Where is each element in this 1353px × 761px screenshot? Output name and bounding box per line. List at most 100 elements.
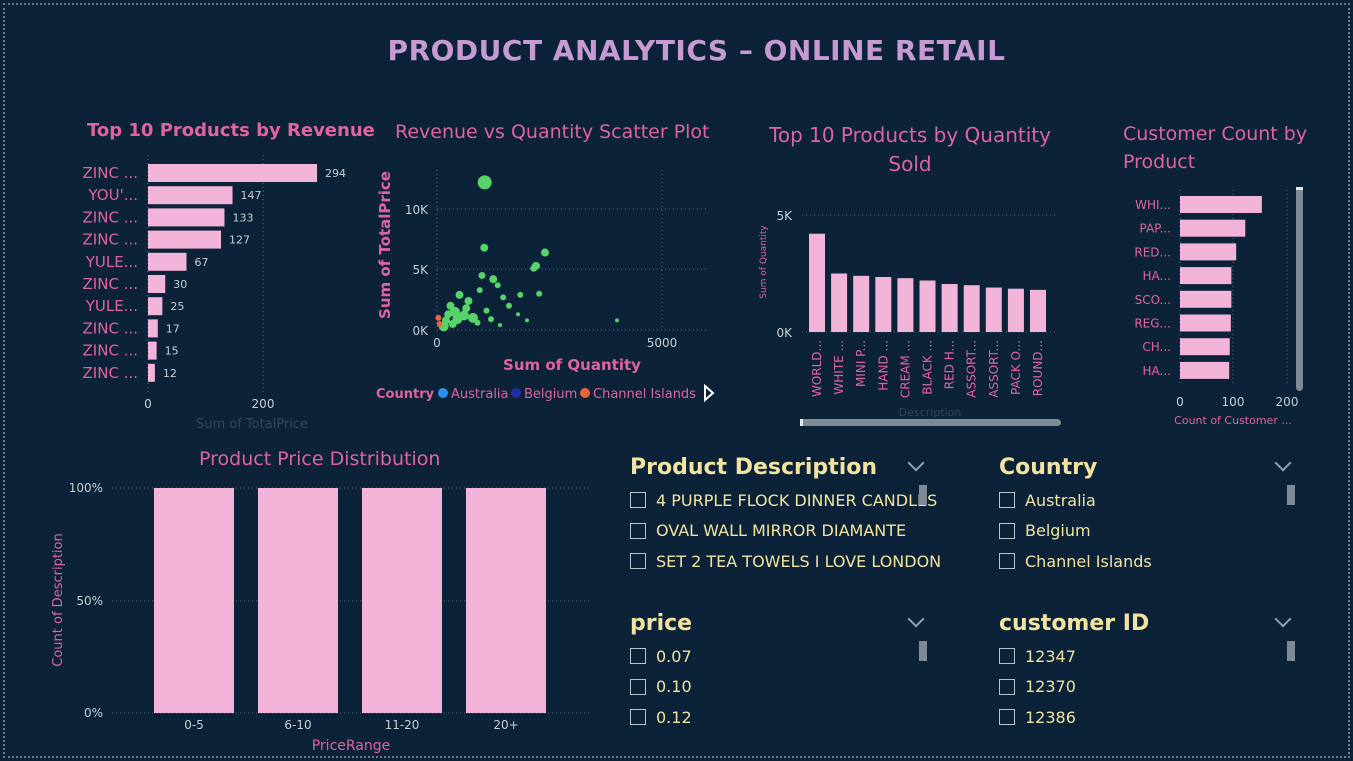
- revenue-bar[interactable]: [148, 230, 222, 249]
- revenue-bar[interactable]: [148, 252, 187, 271]
- legend-belgium[interactable]: Belgium: [524, 387, 577, 402]
- scatter-point[interactable]: [525, 318, 529, 323]
- chevron-down-icon[interactable]: [1274, 610, 1292, 628]
- slicer-option[interactable]: 0.10: [630, 672, 930, 703]
- customer-bar[interactable]: [1180, 314, 1231, 332]
- country-slicer[interactable]: Country Australia Belgium Channel Island…: [999, 454, 1299, 577]
- scatter-point[interactable]: [498, 323, 502, 328]
- price-slicer-header[interactable]: price: [630, 610, 930, 641]
- customer-bar[interactable]: [1180, 338, 1230, 356]
- quantity-bar[interactable]: [1007, 288, 1024, 332]
- customer-slicer-scrollbar[interactable]: [1287, 641, 1295, 661]
- scatter-point[interactable]: [536, 290, 543, 297]
- checkbox[interactable]: [630, 709, 646, 726]
- slicer-option[interactable]: Australia: [999, 485, 1299, 516]
- scatter-point[interactable]: [452, 314, 463, 325]
- checkbox[interactable]: [999, 522, 1015, 539]
- revenue-bar[interactable]: [148, 164, 318, 182]
- legend-next-arrow-icon[interactable]: [704, 383, 715, 403]
- scatter-point[interactable]: [480, 243, 489, 252]
- scatter-point[interactable]: [476, 287, 483, 294]
- quantity-bar[interactable]: [985, 287, 1002, 332]
- legend-australia[interactable]: Australia: [451, 387, 509, 402]
- checkbox[interactable]: [630, 648, 646, 665]
- scatter-point-channel-islands[interactable]: [435, 314, 442, 321]
- customer-bar[interactable]: [1180, 196, 1262, 213]
- scatter-point[interactable]: [478, 272, 486, 280]
- quantity-bar[interactable]: [941, 284, 958, 332]
- scatter-point[interactable]: [462, 304, 471, 313]
- revenue-bar[interactable]: [148, 341, 157, 360]
- slicer-option[interactable]: 12347: [999, 641, 1299, 672]
- checkbox[interactable]: [630, 492, 646, 509]
- scatter-point[interactable]: [474, 319, 481, 326]
- scatter-point[interactable]: [500, 294, 507, 301]
- scatter-chart[interactable]: Sum of TotalPrice 10K 5K 0K 0 5000 Sum o…: [370, 150, 720, 410]
- quantity-bar[interactable]: [1030, 289, 1046, 332]
- product-slicer-scrollbar[interactable]: [919, 485, 927, 505]
- scatter-point[interactable]: [516, 312, 520, 317]
- price-bar[interactable]: [466, 488, 546, 713]
- revenue-bar[interactable]: [148, 275, 166, 293]
- slicer-option[interactable]: SET 2 TEA TOWELS I LOVE LONDON: [630, 546, 941, 577]
- slicer-option[interactable]: Channel Islands: [999, 546, 1299, 577]
- customer-slicer-header[interactable]: customer ID: [999, 610, 1299, 641]
- scatter-point[interactable]: [483, 307, 490, 314]
- customer-bar[interactable]: [1180, 361, 1230, 379]
- chevron-down-icon[interactable]: [1274, 454, 1292, 472]
- price-bar[interactable]: [362, 488, 442, 713]
- checkbox[interactable]: [999, 648, 1015, 665]
- country-slicer-header[interactable]: Country: [999, 454, 1299, 485]
- customer-bar[interactable]: [1180, 219, 1246, 237]
- quantity-bar[interactable]: [831, 273, 848, 333]
- scatter-point[interactable]: [488, 316, 494, 323]
- slicer-option[interactable]: 12370: [999, 672, 1299, 703]
- revenue-bar[interactable]: [148, 208, 225, 227]
- revenue-chart[interactable]: ZINC ... 294 YOU'... 147 ZINC ... 133 ZINC ...…: [70, 145, 370, 435]
- slicer-option[interactable]: 0.07: [630, 641, 930, 672]
- quantity-bar[interactable]: [853, 275, 870, 332]
- price-slicer-scrollbar[interactable]: [919, 641, 927, 661]
- scatter-point[interactable]: [615, 318, 619, 323]
- product-description-slicer[interactable]: Product Description 4 PURPLE FLOCK DINNE…: [630, 454, 941, 577]
- scatter-point[interactable]: [444, 310, 453, 319]
- revenue-bar[interactable]: [148, 186, 233, 205]
- scatter-point[interactable]: [477, 175, 492, 190]
- customer-chart[interactable]: WHI... PAP... RED... HA... SCO... REG... CH...…: [1110, 185, 1310, 435]
- scatter-point[interactable]: [464, 296, 473, 305]
- customer-v-scrollbar[interactable]: [1296, 187, 1303, 391]
- scatter-point[interactable]: [517, 291, 524, 298]
- quantity-bar[interactable]: [919, 280, 936, 332]
- checkbox[interactable]: [999, 553, 1015, 570]
- checkbox[interactable]: [630, 553, 646, 570]
- price-bar[interactable]: [154, 488, 234, 713]
- chevron-down-icon[interactable]: [907, 454, 925, 472]
- scatter-point[interactable]: [455, 290, 464, 299]
- scatter-point[interactable]: [541, 248, 549, 257]
- quantity-bar[interactable]: [875, 277, 892, 332]
- revenue-bar[interactable]: [148, 297, 163, 316]
- scatter-point[interactable]: [506, 302, 512, 309]
- slicer-option[interactable]: Belgium: [999, 516, 1299, 547]
- quantity-chart[interactable]: Sum of Quantity 5K 0K WORLD... WHITE ... M…: [750, 200, 1070, 435]
- customer-bar[interactable]: [1180, 243, 1237, 261]
- revenue-bar[interactable]: [148, 319, 158, 338]
- price-chart[interactable]: Count of Description 100% 50% 0% 0-5 6-10…: [40, 475, 600, 760]
- revenue-bar[interactable]: [148, 363, 155, 382]
- quantity-h-scrollbar[interactable]: [800, 419, 1061, 426]
- slicer-option[interactable]: 4 PURPLE FLOCK DINNER CANDLES: [630, 485, 937, 516]
- customer-id-slicer[interactable]: customer ID 12347 12370 12386: [999, 610, 1299, 733]
- checkbox[interactable]: [999, 492, 1015, 509]
- product-slicer-header[interactable]: Product Description: [630, 454, 930, 485]
- checkbox[interactable]: [999, 709, 1015, 726]
- scatter-point[interactable]: [530, 264, 538, 272]
- customer-bar[interactable]: [1180, 267, 1232, 285]
- checkbox[interactable]: [630, 678, 646, 695]
- slicer-option[interactable]: 0.12: [630, 702, 930, 733]
- scatter-point[interactable]: [489, 275, 498, 284]
- customer-v-scrollbar-thumb[interactable]: [1296, 187, 1303, 190]
- price-slicer[interactable]: price 0.07 0.10 0.12: [630, 610, 930, 733]
- price-bar[interactable]: [258, 488, 338, 713]
- country-slicer-scrollbar[interactable]: [1287, 485, 1295, 505]
- checkbox[interactable]: [630, 522, 646, 539]
